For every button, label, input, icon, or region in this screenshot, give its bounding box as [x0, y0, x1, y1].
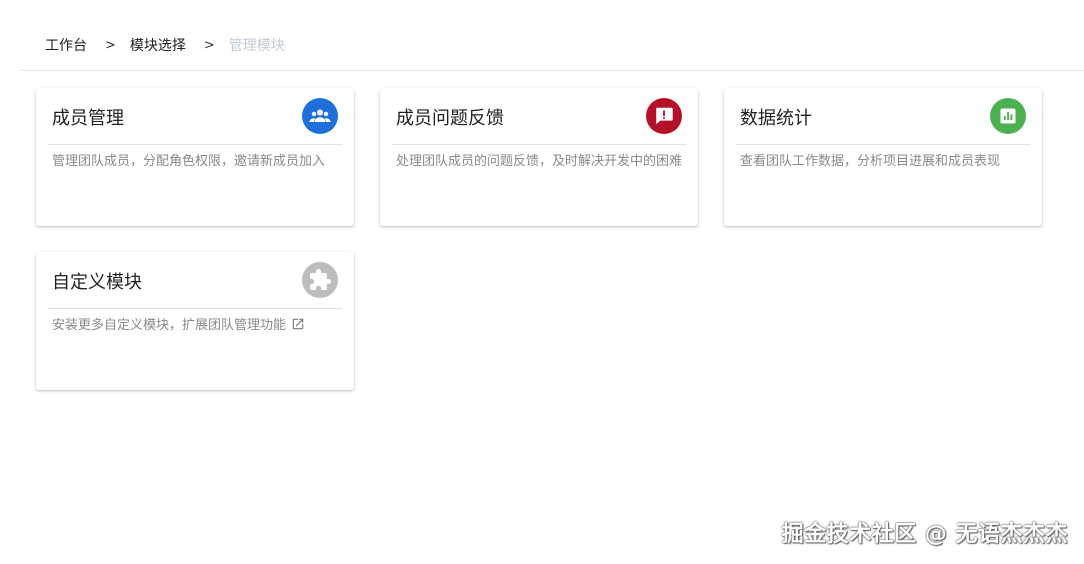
module-card-member-feedback[interactable]: 成员问题反馈 处理团队成员的问题反馈，及时解决开发中的困难: [380, 88, 698, 226]
card-divider: [48, 308, 342, 309]
card-title: 自定义模块: [52, 272, 142, 293]
card-title: 成员管理: [52, 108, 124, 129]
card-title: 数据统计: [740, 108, 812, 129]
chart-icon: [990, 98, 1026, 134]
breadcrumb-separator: >: [203, 37, 215, 53]
feedback-icon: [646, 98, 682, 134]
breadcrumb: 工作台 > 模块选择 > 管理模块: [45, 35, 285, 55]
watermark: 掘金技术社区 @ 无语杰杰杰: [781, 522, 1068, 547]
breadcrumb-item-module-select[interactable]: 模块选择: [130, 35, 186, 55]
module-card-data-statistics[interactable]: 数据统计 查看团队工作数据，分析项目进展和成员表现: [724, 88, 1042, 226]
card-description-wrap: 安装更多自定义模块，扩展团队管理功能: [52, 316, 340, 338]
group-icon: [302, 98, 338, 134]
card-divider: [736, 144, 1030, 145]
card-description: 查看团队工作数据，分析项目进展和成员表现: [740, 154, 1001, 169]
card-description: 处理团队成员的问题反馈，及时解决开发中的困难: [396, 154, 683, 169]
breadcrumb-separator: >: [105, 37, 116, 53]
card-title: 成员问题反馈: [396, 108, 504, 129]
breadcrumb-item-current: 管理模块: [228, 38, 285, 54]
card-description: 管理团队成员，分配角色权限，邀请新成员加入: [52, 154, 326, 169]
puzzle-icon: [302, 262, 338, 298]
header-divider: [20, 70, 1084, 71]
card-divider: [48, 144, 342, 145]
card-description: 安装更多自定义模块，扩展团队管理功能: [52, 318, 287, 333]
external-link-icon[interactable]: [291, 317, 305, 338]
module-card-member-management[interactable]: 成员管理 管理团队成员，分配角色权限，邀请新成员加入: [36, 88, 354, 226]
card-divider: [392, 144, 686, 145]
breadcrumb-item-workbench[interactable]: 工作台: [45, 35, 87, 55]
module-card-custom-module[interactable]: 自定义模块 安装更多自定义模块，扩展团队管理功能: [36, 252, 354, 390]
